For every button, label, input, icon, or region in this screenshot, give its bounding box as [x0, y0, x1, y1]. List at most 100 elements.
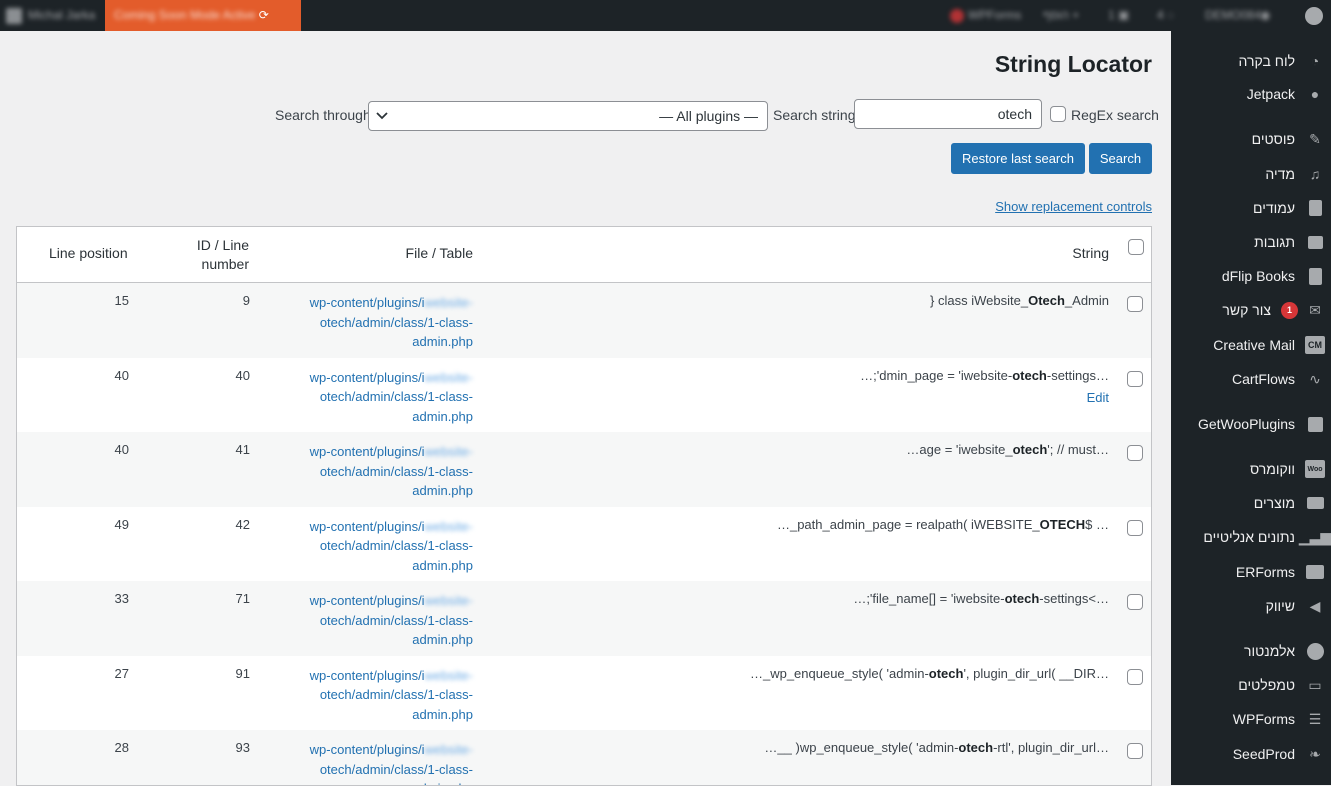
comments-item[interactable]: 4 ◌ [1157, 0, 1174, 31]
id-line-cell: 93 [236, 740, 250, 755]
dashboard-icon: ◔ [1305, 51, 1325, 71]
file-link[interactable]: wp-content/plugins/iwebsite-otech/admin/… [287, 740, 473, 786]
string-after: -settings<… [1039, 591, 1109, 606]
sidebar-item-cartflows[interactable]: CartFlows ∿ [1171, 362, 1331, 396]
file-link[interactable]: wp-content/plugins/iwebsite-otech/admin/… [287, 442, 473, 501]
sidebar-item-posts[interactable]: פוסטים ✎ [1171, 122, 1331, 156]
file-path-start: wp-content/plugins/i [310, 370, 425, 385]
sidebar-item-label: מדיה [1265, 166, 1295, 182]
search-button[interactable]: Search [1089, 143, 1152, 174]
row-checkbox[interactable] [1127, 445, 1143, 461]
string-after: '; // must… [1047, 442, 1109, 457]
id-line-cell: 71 [236, 591, 250, 606]
sidebar-item-label: Jetpack [1247, 86, 1295, 102]
sidebar-item-label: תגובות [1254, 234, 1295, 250]
row-checkbox[interactable] [1127, 371, 1143, 387]
file-path-start: wp-content/plugins/i [310, 593, 425, 608]
file-path-redacted: website- [425, 519, 473, 534]
show-replacement-controls-link[interactable]: Show replacement controls [995, 199, 1152, 214]
table-header: Line position ID / Line number File / Ta… [17, 227, 1152, 283]
sidebar-item-dflip[interactable]: dFlip Books [1171, 259, 1331, 293]
user-menu[interactable]: DEMO084 [1205, 0, 1261, 31]
wpforms-adminbar-item[interactable]: WPForms [950, 0, 1021, 31]
string-cell: …age = 'iwebsite_otech'; // must… [549, 442, 1109, 457]
edit-link[interactable]: Edit [1087, 390, 1109, 405]
row-checkbox[interactable] [1127, 743, 1143, 759]
string-after: -settings… [1047, 368, 1109, 383]
sidebar-item-pages[interactable]: עמודים [1171, 191, 1331, 225]
table-row: 4040wp-content/plugins/iwebsite-otech/ad… [17, 358, 1152, 433]
site-name: Michal Jarka [28, 8, 95, 22]
restore-last-search-button[interactable]: Restore last search [951, 143, 1085, 174]
cartflows-icon: ∿ [1305, 369, 1325, 389]
wp-logo-icon[interactable] [1305, 0, 1323, 31]
row-checkbox[interactable] [1127, 296, 1143, 312]
string-after: $ … [1085, 517, 1109, 532]
sidebar-item-products[interactable]: מוצרים [1171, 486, 1331, 520]
sidebar-item-marketing[interactable]: שיווק ◀ [1171, 589, 1331, 623]
new-content-item[interactable]: הוסף + [1043, 0, 1079, 31]
file-link[interactable]: wp-content/plugins/iwebsite-otech/admin/… [287, 293, 473, 352]
column-line-position[interactable]: Line position [49, 245, 128, 261]
sidebar-item-templates[interactable]: טמפלטים ▭ [1171, 668, 1331, 702]
string-cell: …;'file_name[] = 'iwebsite-otech-setting… [549, 591, 1109, 606]
id-line-cell: 9 [243, 293, 250, 308]
table-row: 2791wp-content/plugins/iwebsite-otech/ad… [17, 656, 1152, 731]
coming-soon-notice[interactable]: Coming Soon Mode Active ⟳ [105, 0, 301, 31]
file-link[interactable]: wp-content/plugins/iwebsite-otech/admin/… [287, 666, 473, 725]
admin-bar: Michal Jarka Coming Soon Mode Active ⟳ W… [0, 0, 1331, 31]
sidebar-item-elementor[interactable]: אלמנטור [1171, 634, 1331, 668]
sidebar-item-comments[interactable]: תגובות [1171, 225, 1331, 259]
megaphone-icon: ◀ [1305, 596, 1325, 616]
admin-sidebar: לוח בקרה ◔ Jetpack ● פוסטים ✎ מדיה ♫ עמו… [1171, 31, 1331, 785]
column-id-line[interactable]: ID / Line number [177, 236, 249, 274]
sidebar-item-contact[interactable]: צור קשר 1 ✉ [1171, 293, 1331, 327]
sidebar-item-seedprod[interactable]: SeedProd ❧ [1171, 737, 1331, 771]
sidebar-item-erforms[interactable]: ERForms [1171, 555, 1331, 589]
site-name-link[interactable]: Michal Jarka [6, 0, 95, 31]
refresh-icon: ◌ [1167, 8, 1174, 22]
sidebar-item-getwooplugins[interactable]: GetWooPlugins [1171, 407, 1331, 441]
user-name: DEMO084 [1205, 8, 1261, 22]
table-row: 4942wp-content/plugins/iwebsite-otech/ad… [17, 507, 1152, 582]
analytics-icon: ▁▃▆ [1305, 527, 1325, 547]
wpforms-icon: ☰ [1305, 709, 1325, 729]
mail-icon: ✉ [1305, 300, 1325, 320]
woocommerce-icon: Woo [1305, 459, 1325, 479]
string-before: …_wp_enqueue_style( 'admin- [750, 666, 929, 681]
wordpress-logo-icon[interactable]: ◉ [1260, 0, 1270, 31]
sidebar-item-media[interactable]: מדיה ♫ [1171, 157, 1331, 191]
string-before: …;'dmin_page = 'iwebsite- [860, 368, 1012, 383]
updates-item[interactable]: 1 ▣ [1108, 0, 1129, 31]
file-path-end: otech/admin/class/1-class-admin.php [320, 389, 473, 424]
sidebar-item-label: צור קשר [1222, 302, 1271, 318]
file-link[interactable]: wp-content/plugins/iwebsite-otech/admin/… [287, 368, 473, 427]
regex-checkbox[interactable] [1050, 106, 1066, 122]
row-checkbox[interactable] [1127, 669, 1143, 685]
line-position-cell: 40 [115, 442, 129, 457]
column-file-table[interactable]: File / Table [317, 245, 473, 261]
sidebar-item-woocommerce[interactable]: ווקומרס Woo [1171, 452, 1331, 486]
file-path-start: wp-content/plugins/i [310, 295, 425, 310]
book-icon [1305, 266, 1325, 286]
row-checkbox[interactable] [1127, 520, 1143, 536]
sidebar-item-dashboard[interactable]: לוח בקרה ◔ [1171, 44, 1331, 78]
sidebar-item-label: אלמנטור [1244, 643, 1295, 659]
search-string-input[interactable] [854, 99, 1042, 129]
file-path-end: otech/admin/class/1-class-admin.php [320, 613, 473, 648]
sidebar-item-wpforms[interactable]: WPForms ☰ [1171, 702, 1331, 736]
sidebar-item-jetpack[interactable]: Jetpack ● [1171, 77, 1331, 111]
wpforms-alert-icon [950, 9, 964, 23]
file-link[interactable]: wp-content/plugins/iwebsite-otech/admin/… [287, 517, 473, 576]
sidebar-item-analytics[interactable]: נתונים אנליטיים ▁▃▆ [1171, 520, 1331, 554]
select-all-checkbox[interactable] [1128, 239, 1144, 255]
sidebar-item-label: פוסטים [1252, 131, 1295, 147]
row-checkbox[interactable] [1127, 594, 1143, 610]
plugin-select[interactable]: — All plugins — [368, 101, 768, 131]
sidebar-item-creative-mail[interactable]: Creative Mail CM [1171, 328, 1331, 362]
line-position-cell: 28 [115, 740, 129, 755]
chevron-down-icon [376, 110, 388, 122]
column-string[interactable]: String [1072, 245, 1109, 261]
file-link[interactable]: wp-content/plugins/iwebsite-otech/admin/… [287, 591, 473, 650]
string-match: otech [958, 740, 993, 755]
